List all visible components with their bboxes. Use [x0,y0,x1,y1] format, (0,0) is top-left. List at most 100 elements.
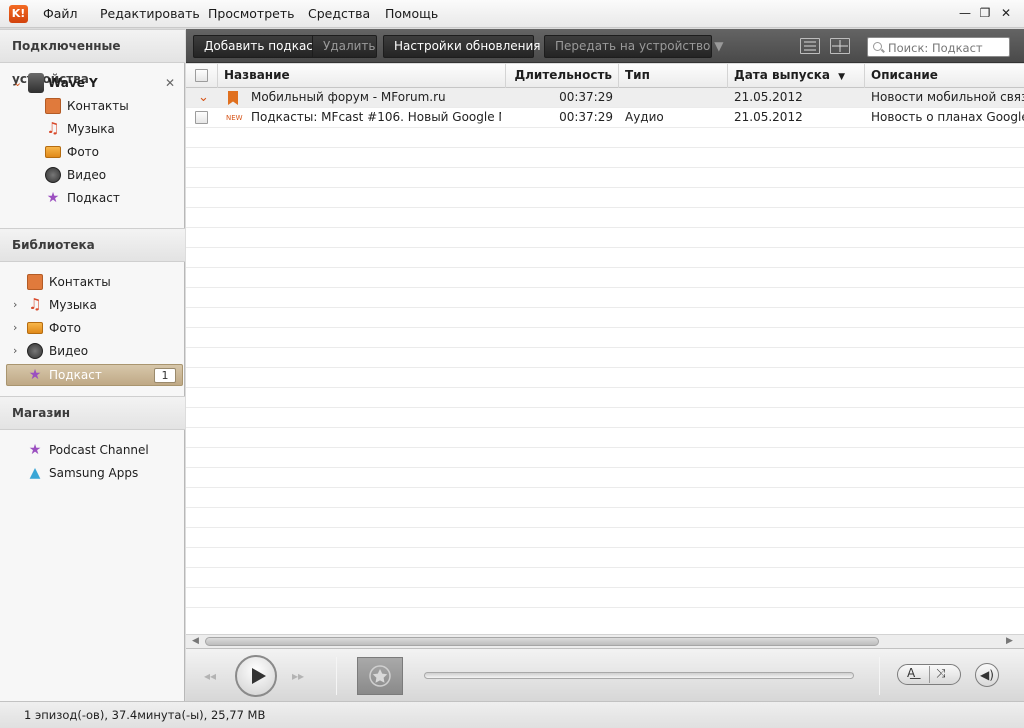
episode-date: 21.05.2012 [734,110,803,124]
empty-row [186,248,1024,268]
device-item-video[interactable]: Видео [0,164,185,186]
status-text: 1 эпизод(-ов), 37.4минута(-ы), 25,77 MB [24,708,266,722]
scroll-right-icon[interactable]: ▶ [1006,636,1013,646]
menu-bar: K! Файл Редактировать Просмотреть Средст… [0,0,1024,28]
empty-row [186,328,1024,348]
horizontal-scrollbar[interactable]: ◀ ▶ [186,634,1024,648]
next-icon[interactable]: ▸▸ [292,669,304,683]
library-item-music[interactable]: › ♫ Музыка [0,294,185,316]
column-type[interactable]: Тип [619,64,728,88]
expand-arrow-icon[interactable]: › [13,317,17,339]
podcast-count-badge: 1 [154,368,176,383]
column-duration[interactable]: Длительность [506,64,619,88]
menu-help[interactable]: Помощь [385,6,438,21]
column-release-date[interactable]: Дата выпуска ▼ [728,64,865,88]
delete-button[interactable]: Удалить [312,35,377,58]
new-badge: NEW [226,114,243,122]
row-checkbox[interactable] [195,111,208,124]
scrollbar-thumb[interactable] [205,637,879,646]
device-wave-y[interactable]: ⌄ Wave Y ✕ [0,72,185,94]
volume-icon[interactable]: ◀) [975,663,999,687]
episode-description: Новость о планах Google re [871,110,1024,124]
column-description[interactable]: Описание [865,64,1024,88]
library-item-video[interactable]: › Видео [0,340,185,362]
search-icon [873,42,882,51]
episode-name: Подкасты: MFcast #106. Новый Google Ne..… [251,110,501,124]
store-item-podcast-channel[interactable]: ★ Podcast Channel [0,439,185,461]
device-item-label: Фото [67,145,100,159]
list-view-icon[interactable] [800,38,820,54]
store-item-samsung-apps[interactable]: ▲ Samsung Apps [0,462,185,484]
empty-row [186,228,1024,248]
add-podcast-button[interactable]: Добавить подкаст [193,35,320,58]
empty-row [186,288,1024,308]
device-item-photo[interactable]: Фото [0,141,185,163]
library-item-label: Видео [49,344,89,358]
menu-file[interactable]: Файл [43,6,78,21]
toolbar: Добавить подкаст Удалить Настройки обнов… [186,29,1024,63]
empty-row [186,408,1024,428]
menu-edit[interactable]: Редактировать [100,6,200,21]
library-item-label: Подкаст [49,368,102,382]
table-row[interactable]: NEW Подкасты: MFcast #106. Новый Google … [186,108,1024,128]
library-item-photo[interactable]: › Фото [0,317,185,339]
play-button[interactable] [235,655,277,697]
select-all-cell [186,64,218,88]
divider [879,657,880,695]
empty-row [186,308,1024,328]
minimize-button[interactable]: — [957,5,973,21]
expand-episodes-icon[interactable]: ⌄ [198,88,209,108]
artwork-thumbnail [357,657,403,695]
scroll-left-icon[interactable]: ◀ [192,636,199,646]
menu-view[interactable]: Просмотреть [208,6,295,21]
device-item-podcast[interactable]: ★ Подкаст [0,187,185,209]
empty-row [186,488,1024,508]
app-logo: K! [9,5,28,23]
library-item-podcast[interactable]: ★ Подкаст 1 [6,364,183,386]
device-item-music[interactable]: ♫ Музыка [0,118,185,140]
empty-row [186,508,1024,528]
device-item-contacts[interactable]: Контакты [0,95,185,117]
player-bar: ◂◂ ▸▸ A͟ ⤨ ◀) [186,648,1024,701]
empty-row [186,528,1024,548]
table-row[interactable]: ⌄ Мобильный форум - MForum.ru 00:37:29 2… [186,88,1024,108]
episode-type: Аудио [625,110,664,124]
previous-icon[interactable]: ◂◂ [204,669,216,683]
store-header: Магазин [0,396,185,430]
update-settings-button[interactable]: Настройки обновления [383,35,541,58]
eject-device-icon[interactable]: ✕ [165,72,175,94]
restore-button[interactable]: ❐ [977,5,993,21]
search-input[interactable] [888,40,1006,55]
column-name[interactable]: Название [218,64,506,88]
podcast-channel-icon: ★ [28,442,42,458]
expand-arrow-icon[interactable]: › [13,294,17,316]
select-all-checkbox[interactable] [195,69,208,82]
device-name: Wave Y [48,76,98,90]
expand-arrow-icon[interactable]: ⌄ [13,72,22,94]
search-box[interactable] [867,37,1010,57]
empty-row [186,548,1024,568]
send-to-device-button[interactable]: Передать на устройство ▼ [544,35,723,58]
menu-tools[interactable]: Средства [308,6,370,21]
empty-row [186,368,1024,388]
empty-row [186,568,1024,588]
empty-row [186,588,1024,608]
shuffle-icon[interactable]: ⤨ [936,666,946,681]
library-item-contacts[interactable]: Контакты [0,271,185,293]
expand-arrow-icon[interactable]: › [13,340,17,362]
empty-row [186,188,1024,208]
text-settings-icon[interactable]: A͟ [907,666,915,680]
play-icon [252,668,266,684]
grid-view-icon[interactable] [830,38,850,54]
music-icon: ♫ [28,295,42,313]
music-icon: ♫ [46,119,60,137]
close-window-button[interactable]: ✕ [998,5,1014,21]
episode-description: Новости мобильной связи, [871,90,1024,104]
empty-row [186,128,1024,148]
column-release-date-label: Дата выпуска [734,68,830,82]
episode-type [625,88,725,108]
device-item-label: Видео [67,168,107,182]
library-header: Библиотека [0,228,185,262]
samsung-apps-icon: ▲ [29,465,41,481]
progress-bar[interactable] [424,672,854,679]
